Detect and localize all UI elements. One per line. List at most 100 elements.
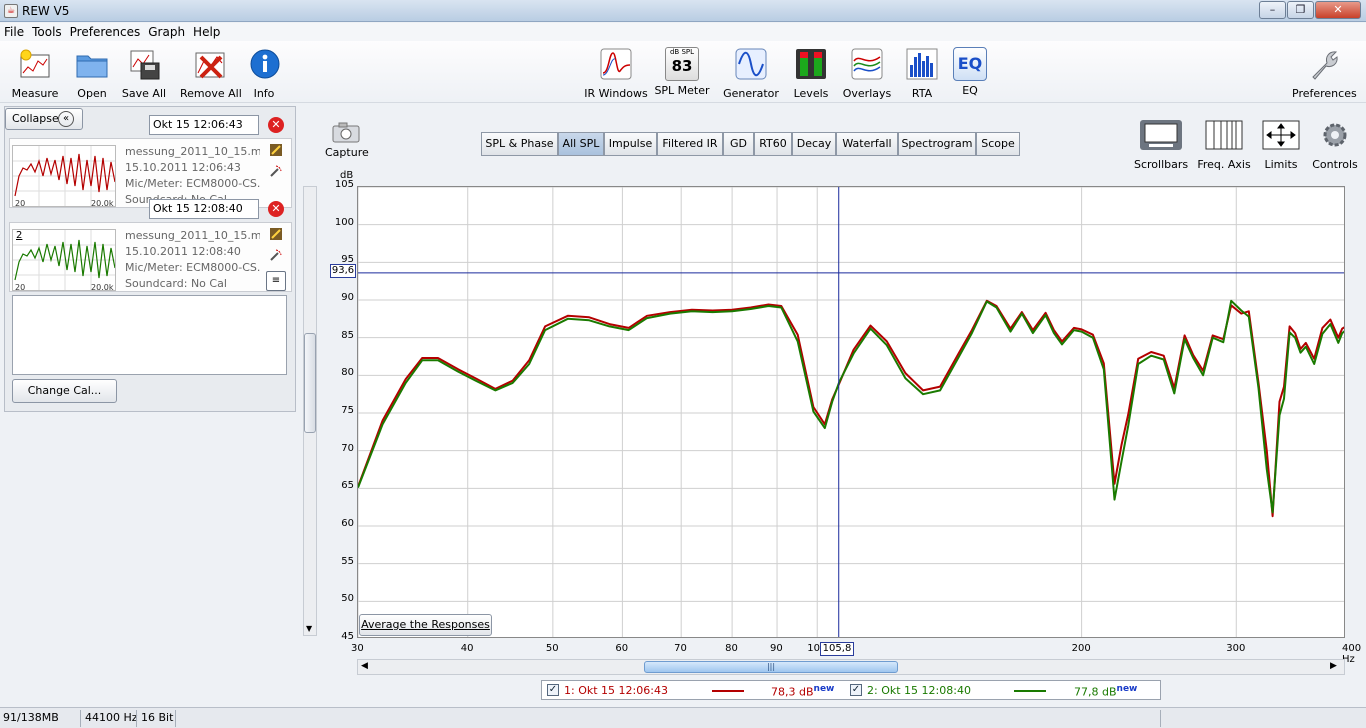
overlays-button[interactable]: Overlays — [842, 47, 892, 100]
preferences-label: Preferences — [1292, 87, 1357, 100]
y-tick-label: 65 — [341, 480, 354, 492]
window-title: REW V5 — [22, 4, 70, 18]
tab-impulse[interactable]: Impulse — [604, 132, 657, 156]
tab-scope[interactable]: Scope — [976, 132, 1020, 156]
y-tick-label: 105 — [334, 179, 354, 190]
status-divider — [136, 710, 137, 727]
cursor-y-readout: 93,6 — [330, 264, 356, 278]
collapse-button[interactable]: Collapse « — [5, 108, 83, 130]
rta-button[interactable]: RTA — [904, 47, 940, 100]
java-app-icon: ☕ — [4, 4, 18, 18]
edit-info-icon-1[interactable] — [269, 143, 283, 157]
scroll-down-arrow-icon[interactable]: ▼ — [306, 624, 312, 633]
scroll-left-arrow-icon[interactable]: ◀ — [361, 661, 368, 671]
delete-measurement-icon-1[interactable]: ✕ — [268, 117, 284, 133]
scroll-right-arrow-icon[interactable]: ▶ — [1330, 661, 1337, 671]
status-divider — [1160, 710, 1161, 727]
menu-file[interactable]: File — [0, 23, 28, 39]
open-button[interactable]: Open — [70, 47, 114, 100]
graph-scroll-thumb[interactable]: ||| — [644, 661, 898, 673]
tab-waterfall[interactable]: Waterfall — [836, 132, 898, 156]
menu-preferences[interactable]: Preferences — [66, 23, 145, 39]
measurement-name-field-2[interactable]: Okt 15 12:08:40 — [149, 199, 259, 219]
graph-horizontal-scrollbar[interactable]: ◀ ||| ▶ — [357, 659, 1345, 675]
x-tick-label: 30 — [351, 643, 364, 654]
tab-decay[interactable]: Decay — [792, 132, 836, 156]
status-divider — [175, 710, 176, 727]
panel-vertical-scrollbar[interactable]: ▼ — [303, 186, 317, 636]
tab-spl-phase[interactable]: SPL & Phase — [481, 132, 558, 156]
cursor-x-readout: 105,8 — [820, 642, 854, 656]
limits-button[interactable]: Limits — [1258, 119, 1304, 171]
wrench-icon — [1312, 51, 1338, 80]
mic-cal-icon-1[interactable] — [269, 164, 283, 178]
measurement-thumbnail-1[interactable]: 20 20.0k — [12, 145, 116, 207]
mic-cal-icon-2[interactable] — [269, 248, 283, 262]
measurement-file-2: messung_2011_10_15.mdat — [125, 229, 260, 242]
legend-value-text-2: 77,8 dB — [1074, 685, 1117, 699]
info-label: Info — [253, 87, 275, 100]
legend-value-2: 77,8 dBnew — [1074, 684, 1137, 699]
x-tick-label: 80 — [725, 643, 738, 654]
menu-tools[interactable]: Tools — [28, 23, 66, 39]
maximize-button[interactable]: ❐ — [1287, 1, 1314, 19]
y-tick-label: 50 — [341, 593, 354, 605]
tab-gd[interactable]: GD — [723, 132, 754, 156]
measurement-name-field-1[interactable]: Okt 15 12:06:43 — [149, 115, 259, 135]
notes-icon[interactable]: ≡ — [266, 271, 286, 291]
ir-windows-label: IR Windows — [584, 87, 648, 100]
folder-icon — [76, 55, 108, 78]
save-all-icon — [130, 50, 160, 80]
measure-button[interactable]: Measure — [8, 47, 62, 100]
measure-icon — [20, 49, 50, 78]
freq-axis-label: Freq. Axis — [1197, 158, 1251, 171]
tab-spectrogram[interactable]: Spectrogram — [898, 132, 976, 156]
scrollbars-label: Scrollbars — [1134, 158, 1189, 171]
preferences-button[interactable]: Preferences — [1292, 47, 1357, 100]
x-tick-label: 60 — [615, 643, 629, 654]
x-tick-label: 400 Hz — [1342, 643, 1362, 665]
tab-rt60[interactable]: RT60 — [754, 132, 792, 156]
generator-button[interactable]: Generator — [722, 47, 780, 100]
scrollbars-button[interactable]: Scrollbars — [1134, 119, 1188, 171]
measurement-date-2: 15.10.2011 12:08:40 — [125, 245, 241, 258]
legend-new-badge-1: new — [813, 684, 835, 694]
eq-button[interactable]: EQ EQ — [952, 47, 988, 97]
spl-graph-svg — [358, 187, 1344, 637]
capture-button[interactable]: Capture — [325, 121, 369, 159]
ir-windows-button[interactable]: IR Windows — [582, 47, 650, 100]
legend-checkbox-1[interactable]: ✓ — [547, 684, 559, 696]
capture-label: Capture — [325, 146, 369, 159]
menu-graph[interactable]: Graph — [144, 23, 189, 39]
tab-filtered-ir[interactable]: Filtered IR — [657, 132, 723, 156]
measurement-notes-area[interactable] — [12, 295, 287, 375]
change-cal-button[interactable]: Change Cal... — [12, 379, 117, 403]
close-button[interactable]: ✕ — [1315, 1, 1361, 19]
menu-help[interactable]: Help — [189, 23, 224, 39]
y-tick-label: 75 — [341, 405, 354, 416]
minimize-button[interactable]: – — [1259, 1, 1286, 19]
freq-axis-button[interactable]: Freq. Axis — [1196, 119, 1252, 171]
open-label: Open — [77, 87, 107, 100]
controls-button[interactable]: Controls — [1310, 119, 1360, 171]
edit-info-icon-2[interactable] — [269, 227, 283, 241]
eq-icon: EQ — [953, 47, 987, 81]
legend-value-1: 78,3 dBnew — [771, 684, 834, 699]
y-tick-label: 85 — [341, 329, 354, 341]
legend-label-2: 2: Okt 15 12:08:40 — [867, 684, 971, 697]
y-tick-label: 45 — [341, 631, 354, 642]
save-all-button[interactable]: Save All — [120, 47, 168, 100]
delete-measurement-icon-2[interactable]: ✕ — [268, 201, 284, 217]
spl-meter-button[interactable]: dB SPL 83 SPL Meter — [654, 47, 710, 97]
measurement-thumbnail-2[interactable]: 20 20.0k — [12, 229, 116, 291]
levels-button[interactable]: Levels — [790, 47, 832, 100]
tab-all-spl[interactable]: All SPL — [558, 132, 604, 156]
info-button[interactable]: Info — [248, 47, 280, 100]
panel-scroll-thumb[interactable] — [304, 333, 316, 433]
average-responses-button[interactable]: Average the Responses — [359, 614, 492, 636]
legend-checkbox-2[interactable]: ✓ — [850, 684, 862, 696]
remove-all-button[interactable]: Remove All — [180, 47, 242, 100]
y-tick-label: 100 — [334, 216, 354, 228]
spl-graph-plot[interactable] — [357, 186, 1345, 638]
chevron-double-left-icon: « — [58, 111, 74, 127]
